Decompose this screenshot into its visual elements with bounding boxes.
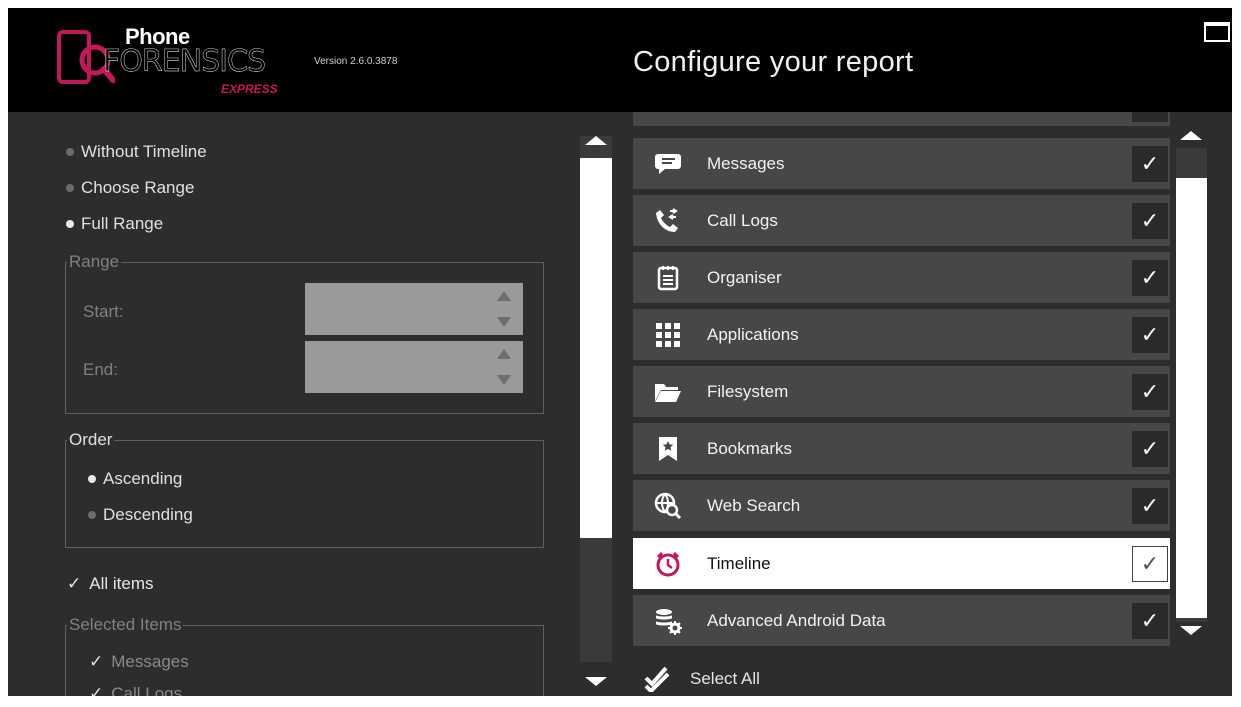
- maximize-button[interactable]: [1204, 22, 1230, 42]
- radio-label: Descending: [103, 505, 193, 524]
- report-item-timeline[interactable]: Timeline ✓: [633, 538, 1170, 589]
- selected-item-messages-checkbox[interactable]: ✓ Messages: [89, 652, 189, 672]
- report-list-scrollbar[interactable]: [1176, 148, 1207, 622]
- report-item-label: Organiser: [707, 267, 782, 287]
- checkbox[interactable]: [1132, 112, 1168, 122]
- report-item-organiser[interactable]: Organiser ✓: [633, 252, 1170, 303]
- double-check-icon: [644, 666, 670, 692]
- message-icon: [650, 146, 686, 182]
- spin-up-icon[interactable]: [497, 349, 511, 359]
- report-item-filesystem[interactable]: Filesystem ✓: [633, 366, 1170, 417]
- checkbox[interactable]: ✓: [1132, 374, 1168, 410]
- header-bar: Phone FORENSICS EXPRESS Version 2.6.0.38…: [8, 8, 1232, 112]
- checkbox[interactable]: ✓: [1132, 317, 1168, 353]
- radio-label: Ascending: [103, 469, 183, 488]
- start-label: Start:: [83, 302, 124, 321]
- left-panel-scrollbar[interactable]: [580, 136, 612, 662]
- database-gear-icon: [650, 603, 686, 639]
- checkbox-label: All items: [89, 574, 154, 593]
- scroll-up-icon[interactable]: [585, 136, 607, 145]
- web-search-icon: [650, 488, 686, 524]
- radio-descending[interactable]: Descending: [88, 505, 193, 525]
- report-item-label: Applications: [707, 324, 799, 344]
- selected-item-call-logs-checkbox[interactable]: ✓ Call Logs: [89, 684, 182, 696]
- end-label: End:: [83, 360, 118, 379]
- checkmark-icon: ✓: [67, 574, 82, 593]
- spin-down-icon[interactable]: [497, 317, 511, 327]
- radio-ascending[interactable]: Ascending: [88, 469, 182, 489]
- logo-forensics-text: FORENSICS: [103, 44, 266, 79]
- report-item-label: Advanced Android Data: [707, 610, 886, 630]
- radio-dot-selected: [88, 475, 96, 483]
- radio-without-timeline[interactable]: Without Timeline: [66, 142, 207, 162]
- organiser-icon: [650, 260, 686, 296]
- checkbox[interactable]: ✓: [1132, 203, 1168, 239]
- bookmark-icon: [650, 431, 686, 467]
- radio-dot: [88, 511, 96, 519]
- select-all-button[interactable]: Select All: [644, 666, 760, 692]
- app-window: Phone FORENSICS EXPRESS Version 2.6.0.38…: [8, 8, 1232, 696]
- selected-items-legend: Selected Items: [67, 615, 184, 635]
- checkmark-icon: ✓: [89, 684, 104, 696]
- folder-icon: [650, 374, 686, 410]
- scroll-down-icon[interactable]: [585, 677, 607, 686]
- radio-choose-range[interactable]: Choose Range: [66, 178, 194, 198]
- checkbox-label: Call Logs: [111, 684, 183, 696]
- timeline-icon: [650, 546, 686, 582]
- select-all-label: Select All: [690, 669, 760, 688]
- scrollbar-thumb[interactable]: [580, 158, 612, 538]
- report-item-label: Web Search: [707, 495, 801, 515]
- report-item-messages[interactable]: Messages ✓: [633, 138, 1170, 189]
- checkbox-label: Messages: [111, 652, 189, 671]
- checkbox[interactable]: ✓: [1132, 488, 1168, 524]
- report-item-label: Filesystem: [707, 381, 789, 401]
- radio-label: Choose Range: [81, 178, 195, 197]
- report-item-call-logs[interactable]: Call Logs ✓: [633, 195, 1170, 246]
- report-item-label: Bookmarks: [707, 438, 793, 458]
- order-legend: Order: [67, 430, 115, 450]
- report-item-label: Timeline: [707, 553, 771, 573]
- report-item-advanced-android-data[interactable]: Advanced Android Data ✓: [633, 595, 1170, 646]
- radio-dot: [66, 184, 74, 192]
- report-item-partial[interactable]: [633, 112, 1170, 126]
- phone-forensics-logo: Phone FORENSICS EXPRESS: [55, 20, 315, 100]
- radio-full-range[interactable]: Full Range: [66, 214, 163, 234]
- logo-express-text: EXPRESS: [221, 82, 278, 96]
- range-legend: Range: [67, 252, 122, 272]
- all-items-checkbox[interactable]: ✓ All items: [67, 574, 153, 594]
- checkbox[interactable]: ✓: [1132, 260, 1168, 296]
- page-title: Configure your report: [633, 46, 914, 78]
- end-date-spinner[interactable]: [305, 341, 523, 393]
- radio-dot: [66, 148, 74, 156]
- checkmark-icon: ✓: [89, 652, 104, 671]
- applications-grid-icon: [650, 317, 686, 353]
- order-groupbox: Order: [65, 430, 544, 548]
- checkbox[interactable]: ✓: [1132, 603, 1168, 639]
- report-item-label: Messages: [707, 153, 785, 173]
- checkbox[interactable]: ✓: [1132, 546, 1168, 582]
- list-scroll-up-icon[interactable]: [1180, 131, 1202, 140]
- report-item-label: Call Logs: [707, 210, 778, 230]
- radio-label: Full Range: [81, 214, 164, 233]
- report-item-bookmarks[interactable]: Bookmarks ✓: [633, 423, 1170, 474]
- version-label: Version 2.6.0.3878: [314, 56, 398, 67]
- scrollbar-thumb[interactable]: [1176, 178, 1207, 618]
- spin-up-icon[interactable]: [497, 291, 511, 301]
- call-log-icon: [650, 203, 686, 239]
- report-item-web-search[interactable]: Web Search ✓: [633, 480, 1170, 531]
- report-item-applications[interactable]: Applications ✓: [633, 309, 1170, 360]
- start-date-spinner[interactable]: [305, 283, 523, 335]
- list-scroll-down-icon[interactable]: [1180, 626, 1202, 635]
- radio-dot-selected: [66, 220, 74, 228]
- radio-label: Without Timeline: [81, 142, 207, 161]
- checkbox[interactable]: ✓: [1132, 431, 1168, 467]
- checkbox[interactable]: ✓: [1132, 146, 1168, 182]
- spin-down-icon[interactable]: [497, 375, 511, 385]
